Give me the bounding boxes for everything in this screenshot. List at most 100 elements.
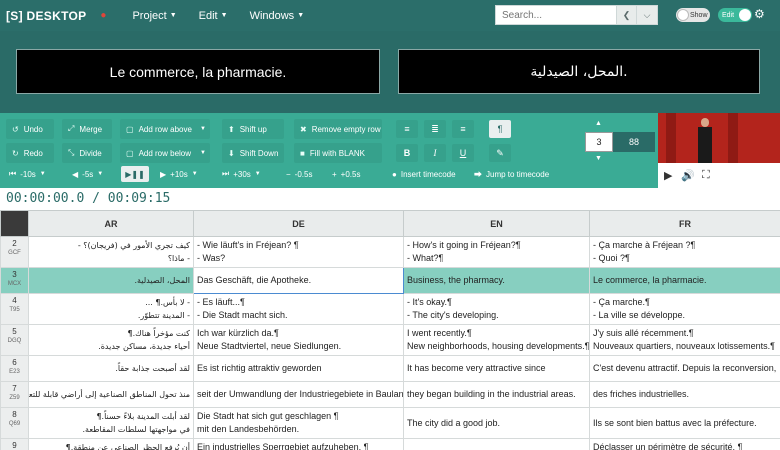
fwd-10-button[interactable]: ▶ +10s ▼	[160, 166, 198, 182]
shift-up-button[interactable]: ⬆ Shift up	[222, 119, 284, 139]
counter-a[interactable]: 3	[585, 132, 613, 152]
record-icon[interactable]: ●	[100, 10, 106, 21]
align-right-button[interactable]: ≡	[452, 120, 474, 138]
chevron-up-icon[interactable]: ▲	[595, 120, 602, 127]
play-pause-button[interactable]: ▶❚❚	[121, 166, 149, 182]
cell-ar[interactable]: لقد أصبحت جذابة حقاً.	[28, 355, 194, 382]
cell-fr[interactable]: des friches industrielles.	[589, 381, 780, 408]
search-prev-button[interactable]: ❮	[616, 5, 637, 25]
shift-down-button[interactable]: ⬇ Shift Down	[222, 143, 284, 163]
column-header-en[interactable]: EN	[403, 210, 590, 237]
search-input[interactable]	[495, 5, 616, 25]
jump-timecode-button[interactable]: ⮕ Jump to timecode	[474, 166, 549, 182]
cell-fr[interactable]: - Ça marche à Fréjean ?¶ - Quoi ?¶	[589, 236, 780, 268]
cell-ar[interactable]: منذ تحول المناطق الصناعية إلى أراضي قابل…	[28, 381, 194, 408]
row-number[interactable]: 7 Z59	[0, 381, 29, 408]
cell-fr[interactable]: Le commerce, la pharmacie.	[589, 267, 780, 294]
cell-ar[interactable]: المحل، الصيدلية.	[28, 267, 194, 294]
cell-en[interactable]: It has become very attractive since	[403, 355, 590, 382]
row-number[interactable]: 5 DGQ	[0, 324, 29, 356]
pencil-button[interactable]: ✎	[489, 144, 511, 162]
cell-de[interactable]: Die Stadt hat sich gut geschlagen ¶ mit d…	[193, 407, 404, 439]
align-left-button[interactable]: ≡	[396, 120, 418, 138]
redo-button[interactable]: ↻ Redo	[6, 143, 54, 163]
column-header-fr[interactable]: FR	[589, 210, 780, 237]
row-number[interactable]: 8 Q69	[0, 407, 29, 439]
cell-line: - Die Stadt macht sich.	[197, 310, 288, 320]
merge-button[interactable]: ⤢ Merge	[62, 119, 112, 139]
column-header-de[interactable]: DE	[193, 210, 404, 237]
column-header-ar[interactable]: AR	[28, 210, 194, 237]
corner-cell[interactable]	[0, 210, 29, 237]
chevron-down-icon[interactable]: ▼	[595, 155, 602, 162]
cell-en[interactable]: - How's it going in Fréjean?¶ - What?¶	[403, 236, 590, 268]
play-icon[interactable]: ▶	[664, 166, 672, 184]
row-number[interactable]: 6 E23	[0, 355, 29, 382]
menu-project[interactable]: Project ▼	[132, 10, 176, 22]
divide-button[interactable]: ⤡ Divide	[62, 143, 112, 163]
cell-de[interactable]: Ich war kürzlich da.¶ Neue Stadtviertel, …	[193, 324, 404, 356]
cell-ar[interactable]: كنت مؤخراً هناك.¶ أحياء جديدة، مساكن جديد…	[28, 324, 194, 356]
table-row[interactable]: 2 GCF كيف تجري الأمور في (فريجان)؟ - - ماذا…	[0, 236, 780, 268]
cell-ar[interactable]: - لا بأس.¶ ... - المدينة تتطوّر.	[28, 293, 194, 325]
gear-icon[interactable]: ⚙	[754, 7, 765, 21]
back-10-button[interactable]: ⏮ -10s ▼	[9, 166, 46, 182]
cell-de[interactable]: Das Geschäft, die Apotheke.	[193, 267, 404, 294]
cell-fr[interactable]: - Ça marche.¶ - La ville se développe.	[589, 293, 780, 325]
search-next-button[interactable]: ⌵	[637, 5, 658, 25]
cell-de[interactable]: - Wie läuft's in Fréjean? ¶ - Was?	[193, 236, 404, 268]
underline-button[interactable]: U	[452, 144, 474, 162]
align-center-button[interactable]: ≣	[424, 120, 446, 138]
table-row[interactable]: 9H9Pأن يُرفع الحظر الصناعي عن منطقة.¶ليس…	[0, 438, 780, 450]
cell-de[interactable]: - Es läuft...¶ - Die Stadt macht sich.	[193, 293, 404, 325]
cell-ar[interactable]: لقد أبلت المدينة بلاءً حسناً.¶ في مواجهته…	[28, 407, 194, 439]
cell-de[interactable]: Es ist richtig attraktiv geworden	[193, 355, 404, 382]
edit-toggle[interactable]: Edit	[718, 8, 752, 22]
menu-edit[interactable]: Edit ▼	[199, 10, 228, 22]
italic-button[interactable]: I	[424, 144, 446, 162]
table-row[interactable]: 4 T95- لا بأس.¶ ... - المدينة تتطوّر. - Es …	[0, 293, 780, 325]
undo-button[interactable]: ↺ Undo	[6, 119, 54, 139]
cell-en[interactable]: I went recently.¶ New neighborhoods, hous…	[403, 324, 590, 356]
cell-en[interactable]: The city did a good job.	[403, 407, 590, 439]
volume-icon[interactable]: 🔊	[681, 166, 695, 184]
back-5-button[interactable]: ◀ -5s ▼	[72, 166, 103, 182]
show-toggle[interactable]: Show	[676, 8, 710, 22]
fwd-30-button[interactable]: ⏭ +30s ▼	[222, 166, 261, 182]
cell-ar[interactable]: أن يُرفع الحظر الصناعي عن منطقة.¶ليس ضما…	[28, 438, 194, 450]
cell-fr[interactable]: J'y suis allé récemment.¶ Nouveaux quarti…	[589, 324, 780, 356]
cell-en[interactable]: Lifting industrial zoning restrictions i…	[403, 438, 590, 450]
table-row[interactable]: 3 MCX المحل، الصيدلية. Das Geschäft, die Ap…	[0, 267, 780, 294]
cell-fr[interactable]: Déclasser un périmètre de sécurité, ¶c'e…	[589, 438, 780, 450]
cell-de[interactable]: Ein industrielles Sperrgebiet aufzuheben…	[193, 438, 404, 450]
cell-line: في مواجهتها لسلطات المقاطعة.	[82, 425, 190, 434]
add-row-below-button[interactable]: ▢ Add row below ▼	[120, 143, 210, 163]
row-number[interactable]: 2 GCF	[0, 236, 29, 268]
table-row[interactable]: 5 DGQ كنت مؤخراً هناك.¶ أحياء جديدة، مساكن …	[0, 324, 780, 356]
table-row[interactable]: 7 Z59 منذ تحول المناطق الصناعية إلى أراضي …	[0, 381, 780, 408]
insert-timecode-button[interactable]: ● Insert timecode	[392, 166, 456, 182]
cell-ar[interactable]: كيف تجري الأمور في (فريجان)؟ - - ماذا؟	[28, 236, 194, 268]
table-row[interactable]: 6 E23 لقد أصبحت جذابة حقاً. Es ist richtig …	[0, 355, 780, 382]
cell-en[interactable]: - It's okay.¶ - The city's developing.	[403, 293, 590, 325]
row-number[interactable]: 9H9P	[0, 438, 29, 450]
row-number[interactable]: 4 T95	[0, 293, 29, 325]
cell-de[interactable]: seit der Umwandlung der Industriegebiete…	[193, 381, 404, 408]
pilcrow-button[interactable]: ¶	[489, 120, 511, 138]
cell-en[interactable]: Business, the pharmacy.	[403, 267, 590, 294]
fullscreen-icon[interactable]: ⛶	[702, 166, 710, 184]
remove-empty-row-button[interactable]: ✖ Remove empty row	[294, 119, 382, 139]
minus-half-button[interactable]: − -0.5s	[286, 166, 312, 182]
menu-windows[interactable]: Windows ▼	[250, 10, 305, 22]
cell-fr[interactable]: Ils se sont bien battus avec la préfectu…	[589, 407, 780, 439]
fill-blank-button[interactable]: ■ Fill with BLANK	[294, 143, 382, 163]
video-frame[interactable]	[658, 113, 780, 163]
row-number[interactable]: 3 MCX	[0, 267, 29, 294]
cell-fr[interactable]: C'est devenu attractif. Depuis la reconv…	[589, 355, 780, 382]
add-row-above-button[interactable]: ▢ Add row above ▼	[120, 119, 210, 139]
cell-en[interactable]: they began building in the industrial ar…	[403, 381, 590, 408]
table-row[interactable]: 8 Q69 لقد أبلت المدينة بلاءً حسناً.¶ في موا…	[0, 407, 780, 439]
preview-left: Le commerce, la pharmacie.	[16, 49, 380, 94]
plus-half-button[interactable]: + +0.5s	[332, 166, 360, 182]
bold-button[interactable]: B	[396, 144, 418, 162]
